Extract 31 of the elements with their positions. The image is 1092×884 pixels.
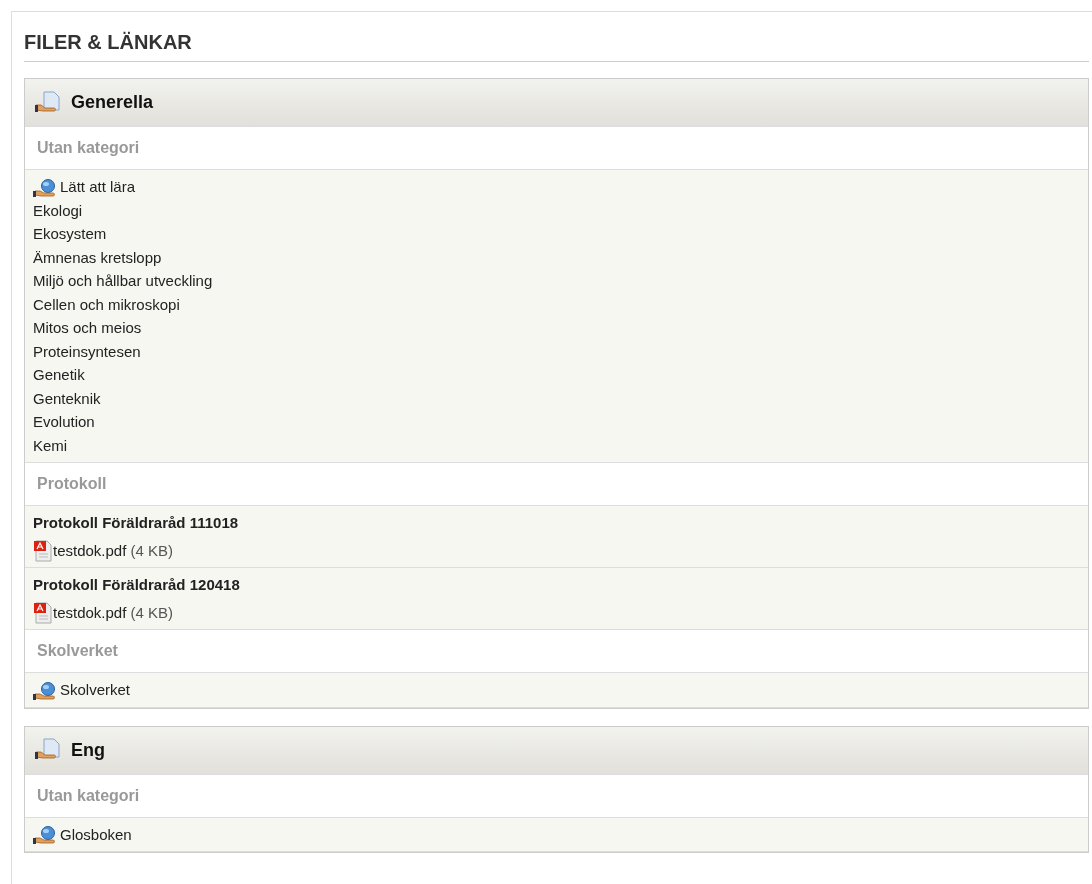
category-title: Protokoll: [37, 475, 107, 492]
file-link[interactable]: testdok.pdf: [53, 538, 127, 562]
link[interactable]: Kemi: [33, 436, 68, 454]
link[interactable]: Miljö och hållbar utveckling: [33, 272, 213, 289]
page-heading: FILER & LÄNKAR: [24, 30, 192, 54]
file-size: (4 KB): [130, 540, 173, 561]
file-size: (4 KB): [130, 602, 173, 623]
section-title: Generella: [71, 91, 154, 114]
link-title[interactable]: Lätt att lära: [60, 175, 136, 199]
section-title: Eng: [71, 738, 105, 762]
link[interactable]: Genteknik: [33, 389, 101, 407]
file-link[interactable]: testdok.pdf: [53, 600, 127, 624]
link[interactable]: Mitos och meios: [33, 319, 142, 336]
link[interactable]: Ekologi: [33, 201, 83, 219]
link[interactable]: Proteinsyntesen: [33, 342, 141, 360]
link[interactable]: Cellen och mikroskopi: [33, 295, 180, 313]
link[interactable]: Evolution: [33, 413, 95, 430]
document-hand-icon: [35, 738, 63, 762]
link-title[interactable]: Skolverket: [60, 678, 131, 702]
link-title[interactable]: Glosboken: [60, 822, 132, 846]
document-title: Protokoll Föräldraråd 111018: [33, 513, 240, 533]
document-title: Protokoll Föräldraråd 120418: [33, 575, 241, 595]
link[interactable]: Ämnenas kretslopp: [33, 248, 162, 266]
link[interactable]: Ekosystem: [33, 225, 107, 242]
category-title: Utan kategori: [37, 786, 140, 804]
pdf-icon: [33, 540, 53, 562]
category-title: Utan kategori: [37, 139, 140, 156]
link[interactable]: Genetik: [33, 366, 85, 383]
document-hand-icon: [35, 90, 63, 115]
pdf-icon: [33, 602, 53, 624]
category-title: Skolverket: [37, 642, 118, 659]
